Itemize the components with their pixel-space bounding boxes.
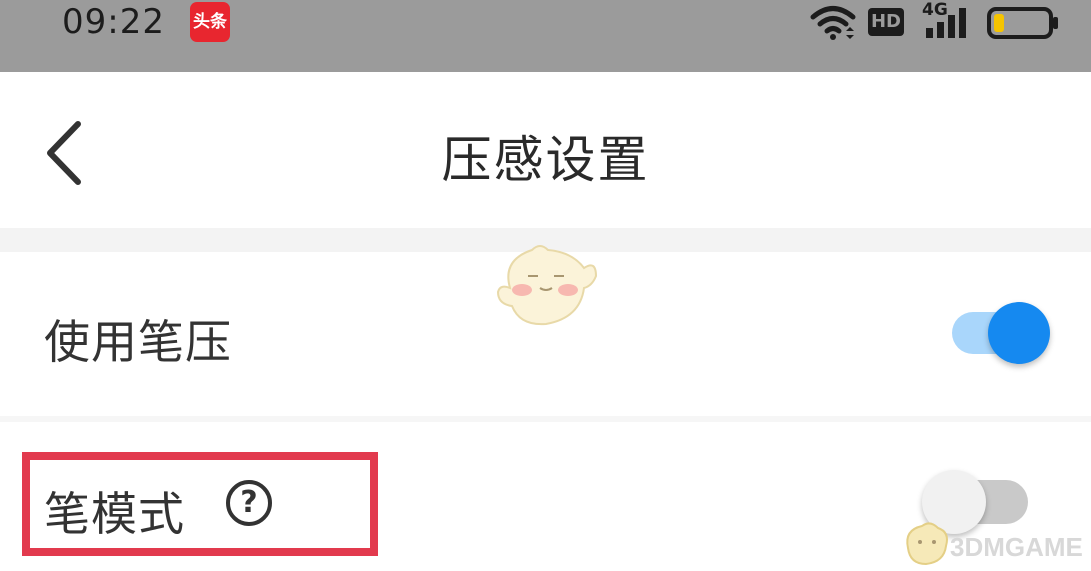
mascot-sticker-icon bbox=[496, 245, 598, 326]
page-title: 压感设置 bbox=[441, 131, 650, 189]
pen-pressure-toggle[interactable] bbox=[948, 300, 1056, 368]
battery-icon bbox=[987, 7, 1058, 39]
toggle-knob bbox=[988, 302, 1050, 364]
watermark: 3DMGAME bbox=[900, 518, 1090, 571]
app-badge-icon: 头条 bbox=[190, 2, 230, 42]
page-header: 压感设置 bbox=[0, 72, 1091, 228]
annotation-highlight-box bbox=[22, 452, 378, 556]
setting-label-pen-pressure: 使用笔压 bbox=[44, 315, 232, 369]
status-bar: 09:22 头条 HD 4G bbox=[0, 0, 1091, 72]
hd-icon: HD bbox=[868, 8, 904, 36]
status-time: 09:22 bbox=[62, 2, 165, 42]
signal-icon bbox=[926, 8, 966, 38]
watermark-mascot-icon bbox=[906, 522, 948, 566]
watermark-text: 3DMGAME bbox=[950, 532, 1083, 562]
wifi-icon bbox=[810, 6, 856, 40]
